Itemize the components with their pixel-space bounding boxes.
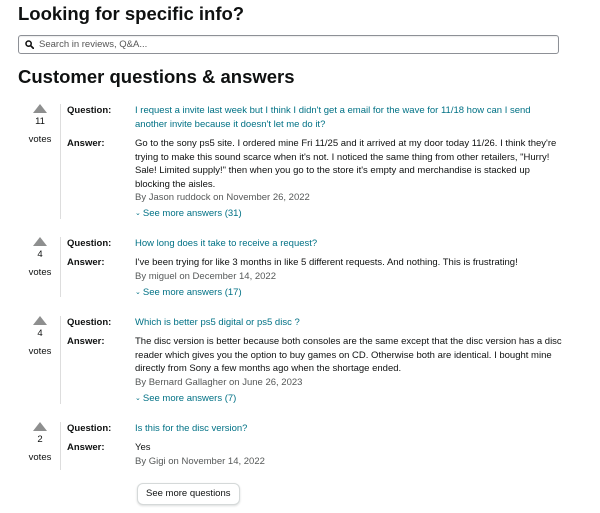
answer-byline: By Jason ruddock on November 26, 2022 (135, 192, 310, 203)
votes-label: votes (28, 452, 52, 463)
vote-control: 11 votes (24, 104, 56, 146)
search-box[interactable] (18, 35, 559, 54)
vote-count: 11 (35, 116, 45, 127)
divider (60, 316, 61, 404)
divider (60, 237, 61, 297)
vote-count: 4 (37, 328, 43, 339)
answer-block: The disc version is better because both … (135, 335, 565, 389)
answer-label: Answer: (67, 442, 105, 453)
upvote-icon[interactable] (33, 104, 47, 113)
answer-text: Yes (135, 442, 151, 453)
answer-block: Go to the sony ps5 site. I ordered mine … (135, 137, 565, 205)
qa-heading: Customer questions & answers (18, 66, 295, 87)
answer-label: Answer: (67, 138, 105, 149)
search-icon (25, 40, 34, 49)
answer-text: Go to the sony ps5 site. I ordered mine … (135, 138, 557, 190)
see-more-answers-label: See more answers (31) (142, 208, 242, 219)
see-more-answers-label: See more answers (7) (142, 393, 237, 404)
votes-label: votes (28, 346, 52, 357)
vote-count: 2 (37, 434, 43, 445)
question-link[interactable]: Is this for the disc version? (135, 422, 560, 436)
question-label: Question: (67, 238, 112, 249)
answer-byline: By Gigi on November 14, 2022 (135, 455, 265, 467)
chevron-down-icon: ⌄ (135, 289, 141, 296)
see-more-answers-label: See more answers (17) (142, 287, 242, 298)
see-more-answers-link[interactable]: ⌄ See more answers (31) (135, 208, 242, 219)
chevron-down-icon: ⌄ (135, 210, 141, 217)
answer-block: I've been trying for like 3 months in li… (135, 256, 565, 283)
question-label: Question: (67, 423, 112, 434)
question-link[interactable]: I request a invite last week but I think… (135, 104, 560, 131)
divider (60, 104, 61, 219)
answer-label: Answer: (67, 336, 105, 347)
answer-byline: By miguel on December 14, 2022 (135, 270, 276, 282)
question-label: Question: (67, 105, 112, 116)
question-link[interactable]: Which is better ps5 digital or ps5 disc … (135, 316, 560, 330)
search-input[interactable] (39, 39, 539, 50)
vote-control: 4 votes (24, 237, 56, 279)
answer-byline: By Bernard Gallagher on June 26, 2023 (135, 376, 303, 388)
vote-control: 2 votes (24, 422, 56, 464)
question-link[interactable]: How long does it take to receive a reque… (135, 237, 560, 251)
lookup-heading: Looking for specific info? (18, 3, 245, 24)
vote-control: 4 votes (24, 316, 56, 358)
votes-label: votes (28, 134, 52, 145)
vote-count: 4 (37, 249, 43, 260)
upvote-icon[interactable] (33, 237, 47, 246)
see-more-answers-link[interactable]: ⌄ See more answers (7) (135, 393, 236, 404)
upvote-icon[interactable] (33, 316, 47, 325)
chevron-down-icon: ⌄ (135, 395, 141, 402)
see-more-questions-button[interactable]: See more questions (137, 483, 240, 505)
question-label: Question: (67, 317, 112, 328)
divider (60, 422, 61, 470)
answer-text: The disc version is better because both … (135, 336, 562, 374)
answer-text: I've been trying for like 3 months in li… (135, 257, 518, 268)
votes-label: votes (28, 267, 52, 278)
answer-block: Yes By Gigi on November 14, 2022 (135, 441, 565, 468)
upvote-icon[interactable] (33, 422, 47, 431)
see-more-answers-link[interactable]: ⌄ See more answers (17) (135, 287, 242, 298)
answer-label: Answer: (67, 257, 105, 268)
